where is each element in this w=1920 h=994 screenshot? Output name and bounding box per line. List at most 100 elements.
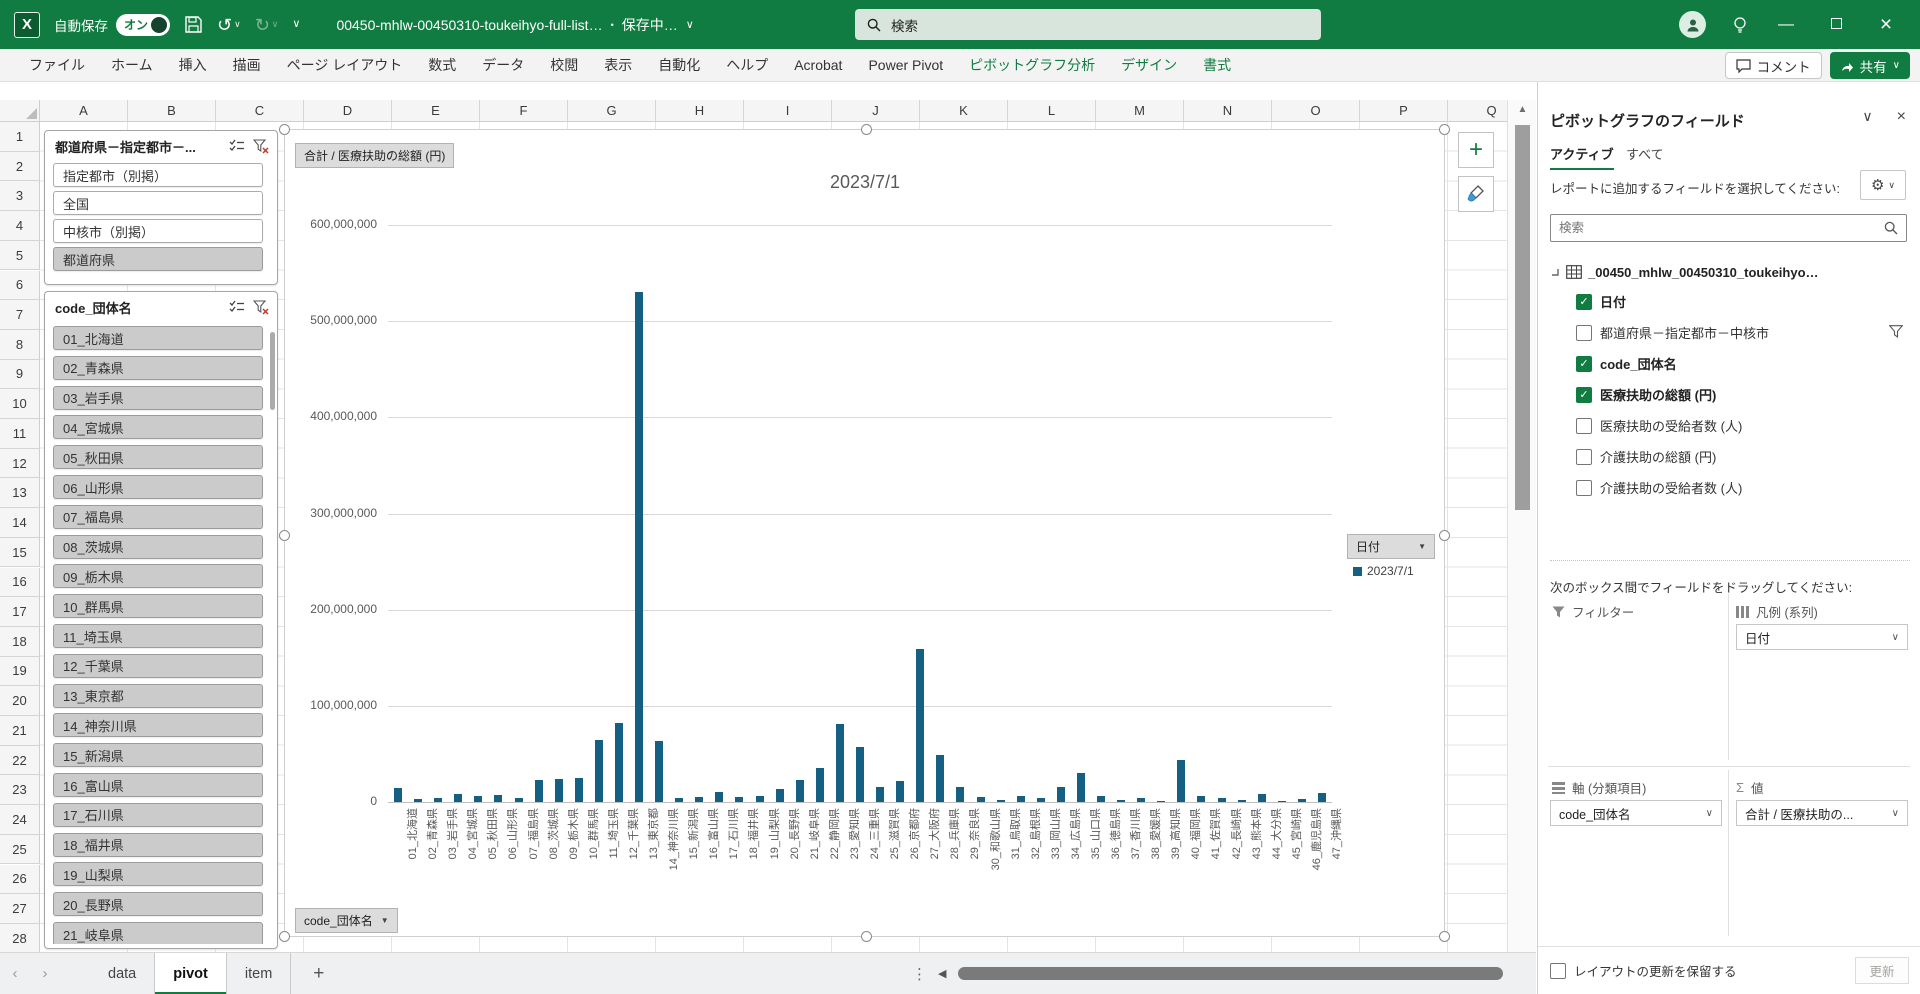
ribbon-tab-4[interactable]: ページ レイアウト: [274, 49, 416, 81]
chart-handle[interactable]: [861, 124, 872, 135]
chart-bar-21_岐阜県[interactable]: [796, 780, 804, 802]
autosave-toggle[interactable]: オン: [116, 14, 170, 36]
column-header-O[interactable]: O: [1272, 100, 1360, 122]
row-header-20[interactable]: 20: [0, 686, 40, 716]
save-icon[interactable]: [184, 15, 203, 34]
field-filter-icon[interactable]: [1889, 325, 1903, 338]
chart-handle[interactable]: [1439, 124, 1450, 135]
chart-handle[interactable]: [279, 124, 290, 135]
slicer-item[interactable]: 16_富山県: [53, 773, 263, 797]
field-checkbox[interactable]: ✓: [1576, 356, 1592, 372]
chart-bar-08_茨城県[interactable]: [535, 780, 543, 802]
chart-bar-38_愛媛県[interactable]: [1137, 798, 1145, 802]
row-header-23[interactable]: 23: [0, 775, 40, 805]
ribbon-tab-2[interactable]: 挿入: [166, 49, 220, 81]
row-header-1[interactable]: 1: [0, 122, 40, 152]
row-header-25[interactable]: 25: [0, 835, 40, 865]
account-avatar[interactable]: [1679, 11, 1706, 38]
slicer-item[interactable]: 全国: [53, 191, 263, 215]
tools-button[interactable]: ⚙∨: [1860, 170, 1906, 200]
chart-style-button[interactable]: [1458, 176, 1494, 212]
chart-elements-button[interactable]: +: [1458, 132, 1494, 168]
chart-bar-45_宮崎県[interactable]: [1278, 801, 1286, 802]
saving-status[interactable]: 保存中…: [622, 15, 678, 35]
ribbon-contextual-tab-1[interactable]: デザイン: [1108, 49, 1190, 81]
slicer-item[interactable]: 01_北海道: [53, 326, 263, 350]
chart-bar-24_三重県[interactable]: [856, 747, 864, 802]
chart-bar-30_和歌山県[interactable]: [977, 797, 985, 802]
clear-filter-icon[interactable]: [253, 139, 269, 154]
search-box[interactable]: 検索: [855, 9, 1321, 40]
column-header-B[interactable]: B: [128, 100, 216, 122]
chart-bar-39_高知県[interactable]: [1157, 801, 1165, 802]
ribbon-tab-7[interactable]: 校閲: [537, 49, 591, 81]
slicer-item[interactable]: 12_千葉県: [53, 654, 263, 678]
row-header-26[interactable]: 26: [0, 865, 40, 895]
chart-bar-32_島根県[interactable]: [1017, 796, 1025, 802]
ribbon-contextual-tab-0[interactable]: ピボットグラフ分析: [956, 49, 1108, 81]
row-header-13[interactable]: 13: [0, 478, 40, 508]
multiselect-icon[interactable]: [229, 300, 245, 314]
field-checkbox[interactable]: [1576, 418, 1592, 434]
chart-bar-26_京都府[interactable]: [896, 781, 904, 802]
share-button[interactable]: 共有 ∨: [1830, 52, 1910, 79]
row-header-7[interactable]: 7: [0, 300, 40, 330]
slicer-item[interactable]: 19_山梨県: [53, 862, 263, 886]
chart-handle[interactable]: [1439, 931, 1450, 942]
row-header-2[interactable]: 2: [0, 152, 40, 182]
field-row-0[interactable]: ✓日付: [1550, 286, 1907, 317]
column-header-P[interactable]: P: [1360, 100, 1448, 122]
field-checkbox[interactable]: [1576, 480, 1592, 496]
ribbon-tab-8[interactable]: 表示: [591, 49, 645, 81]
redo-button[interactable]: ↻∨: [255, 16, 279, 34]
chart-bar-04_宮城県[interactable]: [454, 794, 462, 802]
slicer-item[interactable]: 18_福井県: [53, 833, 263, 857]
chip-dropdown-icon[interactable]: ∨: [1892, 808, 1899, 819]
area-field-chip[interactable]: 合計 / 医療扶助の...∨: [1736, 800, 1908, 826]
slicer-item[interactable]: 20_長野県: [53, 892, 263, 916]
column-header-J[interactable]: J: [832, 100, 920, 122]
ribbon-tab-3[interactable]: 描画: [220, 49, 274, 81]
defer-layout-checkbox[interactable]: [1550, 963, 1566, 979]
multiselect-icon[interactable]: [229, 139, 245, 153]
chart-bar-25_滋賀県[interactable]: [876, 787, 884, 802]
row-header-28[interactable]: 28: [0, 924, 40, 952]
ribbon-tab-1[interactable]: ホーム: [98, 49, 166, 81]
tab-options-icon[interactable]: ⋮: [912, 965, 928, 983]
sheet-tab-item[interactable]: item: [227, 953, 291, 994]
chart-bar-43_熊本県[interactable]: [1238, 800, 1246, 802]
chart-bar-10_群馬県[interactable]: [575, 778, 583, 802]
slicer-item[interactable]: 09_栃木県: [53, 564, 263, 588]
slicer-item[interactable]: 14_神奈川県: [53, 713, 263, 737]
row-header-22[interactable]: 22: [0, 746, 40, 776]
legend-field-button[interactable]: 日付 ▼: [1347, 534, 1435, 559]
update-button[interactable]: 更新: [1855, 957, 1909, 984]
row-header-14[interactable]: 14: [0, 508, 40, 538]
tab-active[interactable]: アクティブ: [1550, 144, 1614, 170]
chart-bar-31_鳥取県[interactable]: [997, 800, 1005, 802]
ribbon-tab-12[interactable]: Power Pivot: [855, 51, 956, 79]
field-checkbox[interactable]: [1576, 325, 1592, 341]
slicer-item[interactable]: 13_東京都: [53, 684, 263, 708]
chart-bar-07_福島県[interactable]: [515, 798, 523, 802]
sheet-nav-right-icon[interactable]: ›: [30, 965, 60, 982]
row-header-16[interactable]: 16: [0, 568, 40, 598]
row-header-8[interactable]: 8: [0, 330, 40, 360]
chart-bar-46_鹿児島県[interactable]: [1298, 799, 1306, 802]
row-header-11[interactable]: 11: [0, 419, 40, 449]
row-header-17[interactable]: 17: [0, 597, 40, 627]
slicer-item[interactable]: 06_山形県: [53, 475, 263, 499]
quick-access-toolbar-chevron[interactable]: ∨: [292, 19, 300, 30]
area-field-chip[interactable]: code_団体名∨: [1550, 800, 1722, 826]
slicer-item[interactable]: 03_岩手県: [53, 386, 263, 410]
column-header-D[interactable]: D: [304, 100, 392, 122]
field-checkbox[interactable]: ✓: [1576, 294, 1592, 310]
tab-all[interactable]: すべて: [1626, 144, 1664, 168]
row-header-12[interactable]: 12: [0, 449, 40, 479]
legend-area-box[interactable]: 日付∨: [1736, 624, 1908, 752]
undo-button[interactable]: ↺∨: [217, 16, 241, 34]
slicer-item[interactable]: 都道府県: [53, 247, 263, 271]
slicer-item[interactable]: 08_茨城県: [53, 535, 263, 559]
column-header-Q[interactable]: Q: [1448, 100, 1507, 122]
chart-handle[interactable]: [861, 931, 872, 942]
